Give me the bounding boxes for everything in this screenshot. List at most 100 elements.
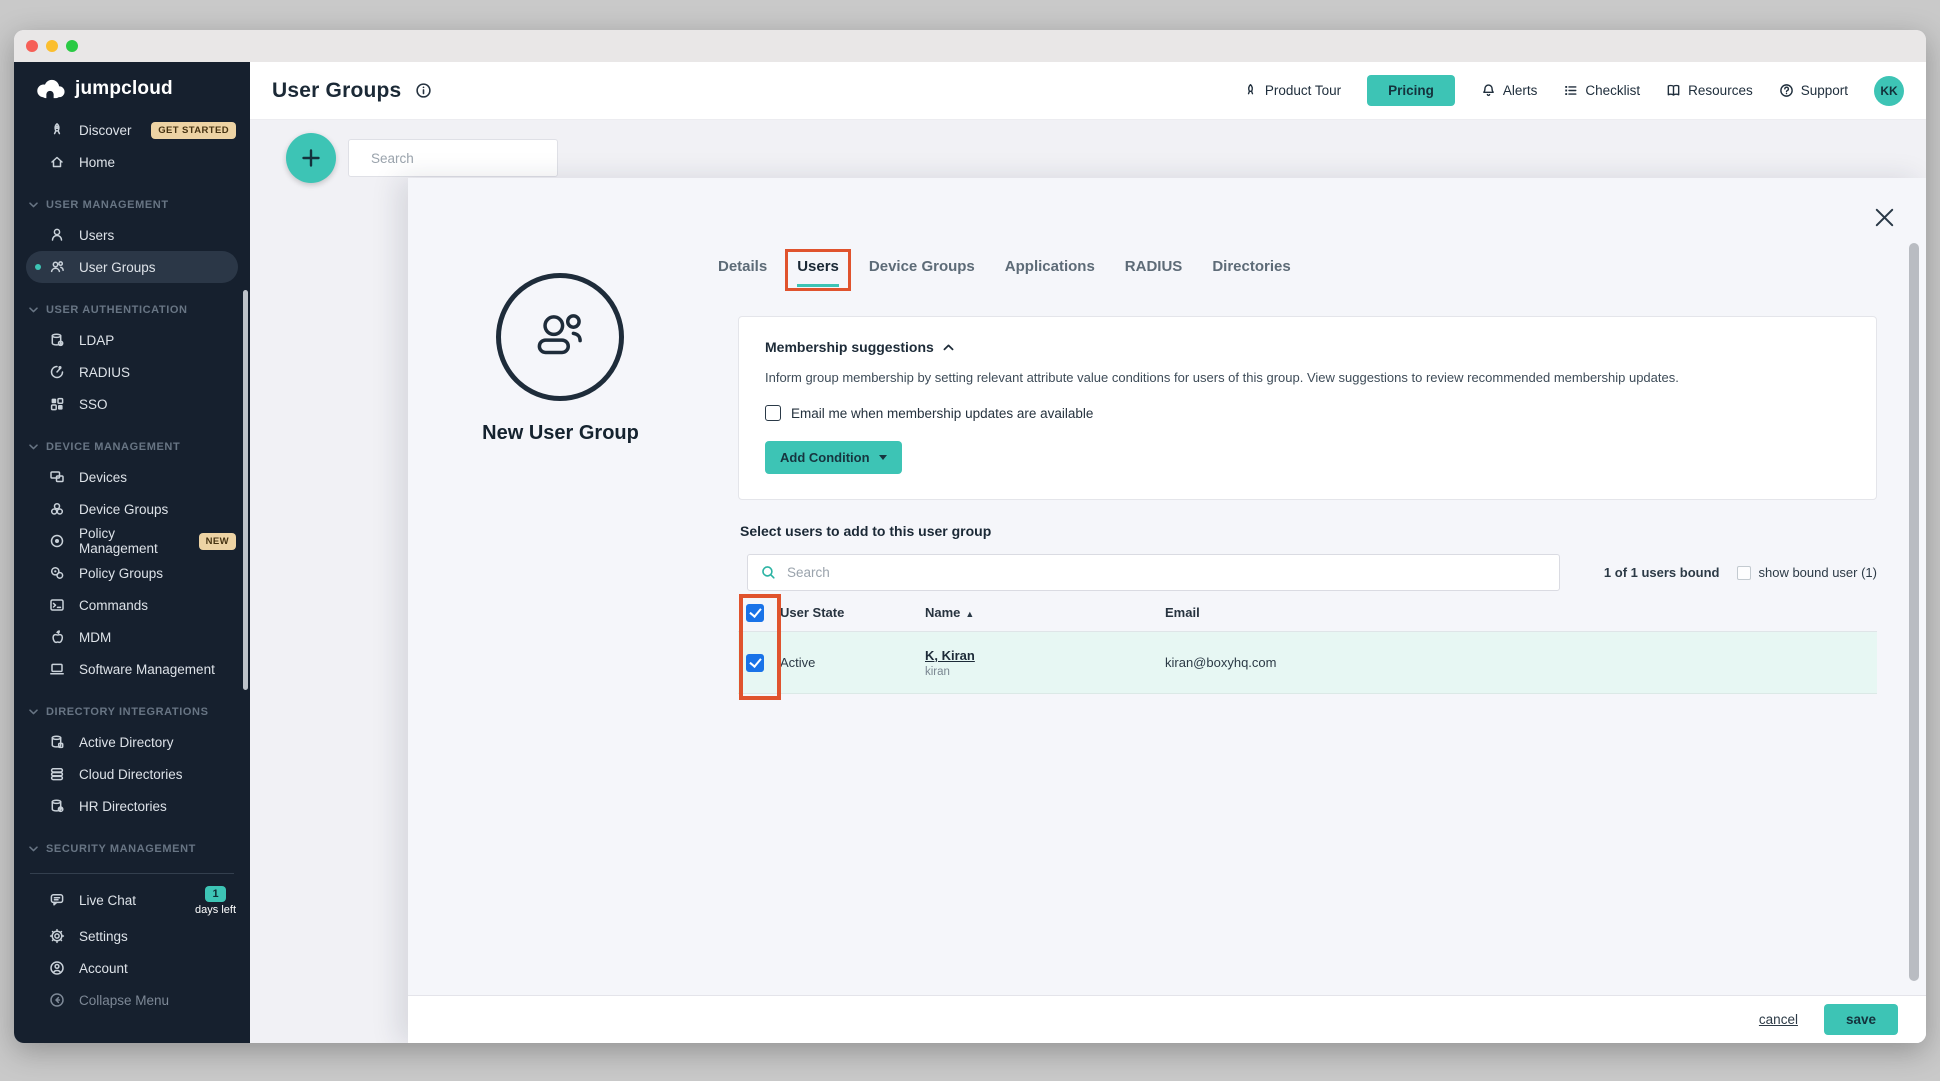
membership-suggestions-toggle[interactable]: Membership suggestions	[765, 339, 1850, 355]
chevron-down-icon	[29, 846, 38, 852]
sidebar-item-mdm[interactable]: MDM	[14, 621, 250, 653]
sidebar-item-commands[interactable]: Commands	[14, 589, 250, 621]
sidebar-item-hr-directories[interactable]: HR Directories	[14, 790, 250, 822]
sidebar-item-label: SSO	[79, 397, 108, 412]
sidebar-item-home[interactable]: Home	[14, 146, 250, 178]
terminal-icon	[48, 597, 66, 613]
email-updates-label: Email me when membership updates are ava…	[791, 406, 1093, 421]
checklist-link[interactable]: Checklist	[1563, 83, 1640, 98]
main-area: User Groups Product Tour Pricing Alerts	[250, 62, 1926, 1043]
close-window-button[interactable]	[26, 40, 38, 52]
sidebar-item-live-chat[interactable]: Live Chat 1 days left	[14, 880, 250, 920]
column-header-name[interactable]: Name▲	[925, 605, 1165, 620]
sidebar-section-user-management[interactable]: USER MANAGEMENT	[14, 191, 250, 219]
trial-days-badge: 1	[205, 886, 225, 902]
close-icon[interactable]	[1875, 208, 1894, 227]
tab-details[interactable]: Details	[718, 258, 767, 284]
sidebar-item-radius[interactable]: RADIUS	[14, 356, 250, 388]
sidebar-item-software-management[interactable]: Software Management	[14, 653, 250, 685]
info-icon[interactable]	[415, 82, 432, 99]
sidebar-section-security-management[interactable]: SECURITY MANAGEMENT	[14, 835, 250, 863]
cloud-directory-icon	[48, 766, 66, 782]
home-icon	[48, 154, 66, 170]
sidebar-item-collapse-menu[interactable]: Collapse Menu	[14, 984, 250, 1016]
group-search-input[interactable]	[371, 151, 548, 166]
add-user-group-button[interactable]	[286, 133, 336, 183]
cancel-button[interactable]: cancel	[1759, 1012, 1798, 1027]
users-bound-count: 1 of 1 users bound	[1604, 565, 1720, 580]
logo-text: jumpcloud	[75, 78, 173, 100]
user-state-cell: Active	[780, 655, 925, 670]
tab-directories[interactable]: Directories	[1212, 258, 1290, 284]
sidebar-item-discover[interactable]: Discover GET STARTED	[14, 114, 250, 146]
user-email-cell: kiran@boxyhq.com	[1165, 655, 1877, 670]
user-name-link[interactable]: K, Kiran	[925, 648, 975, 663]
save-button[interactable]: save	[1824, 1004, 1898, 1035]
pricing-button[interactable]: Pricing	[1367, 75, 1455, 106]
sidebar-item-active-directory[interactable]: Active Directory	[14, 726, 250, 758]
show-bound-checkbox[interactable]	[1737, 566, 1751, 580]
bell-icon	[1481, 83, 1496, 98]
trial-countdown: 1 days left	[195, 885, 236, 916]
column-header-email[interactable]: Email	[1165, 605, 1877, 620]
sidebar-item-label: Commands	[79, 598, 148, 613]
row-checkbox[interactable]	[746, 654, 764, 672]
tab-radius[interactable]: RADIUS	[1125, 258, 1183, 284]
show-bound-user-toggle[interactable]: show bound user (1)	[1737, 565, 1877, 580]
sidebar-item-devices[interactable]: Devices	[14, 461, 250, 493]
tab-applications[interactable]: Applications	[1005, 258, 1095, 284]
sidebar-item-ldap[interactable]: LDAP	[14, 324, 250, 356]
avatar[interactable]: KK	[1874, 76, 1904, 106]
user-groups-content: New User Group Details Users Device Grou…	[250, 120, 1926, 1043]
sort-ascending-icon: ▲	[965, 609, 974, 619]
sidebar-item-sso[interactable]: SSO	[14, 388, 250, 420]
sidebar-item-account[interactable]: Account	[14, 952, 250, 984]
jumpcloud-logo[interactable]: jumpcloud	[14, 62, 250, 114]
chevron-down-icon	[29, 444, 38, 450]
policy-group-icon	[48, 565, 66, 581]
gauge-icon	[48, 364, 66, 380]
support-link[interactable]: Support	[1779, 83, 1848, 98]
get-started-badge: GET STARTED	[151, 122, 236, 139]
sidebar-item-policy-management[interactable]: Policy Management NEW	[14, 525, 250, 557]
alerts-link[interactable]: Alerts	[1481, 83, 1538, 98]
sidebar-scrollbar[interactable]	[243, 290, 248, 690]
sidebar-item-policy-groups[interactable]: Policy Groups	[14, 557, 250, 589]
chevron-up-icon	[943, 344, 954, 351]
sidebar-item-users[interactable]: Users	[14, 219, 250, 251]
devices-icon	[48, 469, 66, 485]
sidebar-item-label: Policy Management	[79, 526, 186, 556]
user-search-input[interactable]	[787, 565, 1547, 580]
sidebar-item-user-groups[interactable]: User Groups	[26, 251, 238, 283]
add-condition-button[interactable]: Add Condition	[765, 441, 902, 474]
sidebar-item-label: Collapse Menu	[79, 993, 169, 1008]
sidebar-item-cloud-directories[interactable]: Cloud Directories	[14, 758, 250, 790]
select-all-checkbox[interactable]	[746, 604, 764, 622]
minimize-window-button[interactable]	[46, 40, 58, 52]
sidebar-section-directory-integrations[interactable]: DIRECTORY INTEGRATIONS	[14, 698, 250, 726]
sidebar-item-label: RADIUS	[79, 365, 130, 380]
resources-link[interactable]: Resources	[1666, 83, 1753, 98]
zoom-window-button[interactable]	[66, 40, 78, 52]
tab-users[interactable]: Users	[797, 258, 839, 287]
drawer-footer: cancel save	[408, 995, 1926, 1043]
product-tour-link[interactable]: Product Tour	[1243, 83, 1341, 98]
sidebar-divider	[30, 873, 234, 874]
sidebar-section-user-authentication[interactable]: USER AUTHENTICATION	[14, 296, 250, 324]
chevron-down-icon	[29, 307, 38, 313]
tab-device-groups[interactable]: Device Groups	[869, 258, 975, 284]
drawer-scrollbar[interactable]	[1909, 243, 1919, 981]
column-header-user-state[interactable]: User State	[780, 605, 925, 620]
collapse-arrow-icon	[48, 992, 66, 1008]
sidebar-section-device-management[interactable]: DEVICE MANAGEMENT	[14, 433, 250, 461]
table-row[interactable]: Active K, Kiran kiran kiran@boxyhq.com	[738, 632, 1877, 694]
new-user-group-drawer: New User Group Details Users Device Grou…	[408, 178, 1926, 1043]
section-title: SECURITY MANAGEMENT	[46, 843, 196, 855]
chevron-down-icon	[29, 709, 38, 715]
sidebar-item-settings[interactable]: Settings	[14, 920, 250, 952]
chat-icon	[48, 892, 66, 908]
email-updates-checkbox[interactable]	[765, 405, 781, 421]
rocket-icon	[1243, 83, 1258, 98]
apple-icon	[48, 629, 66, 645]
sidebar-item-device-groups[interactable]: Device Groups	[14, 493, 250, 525]
